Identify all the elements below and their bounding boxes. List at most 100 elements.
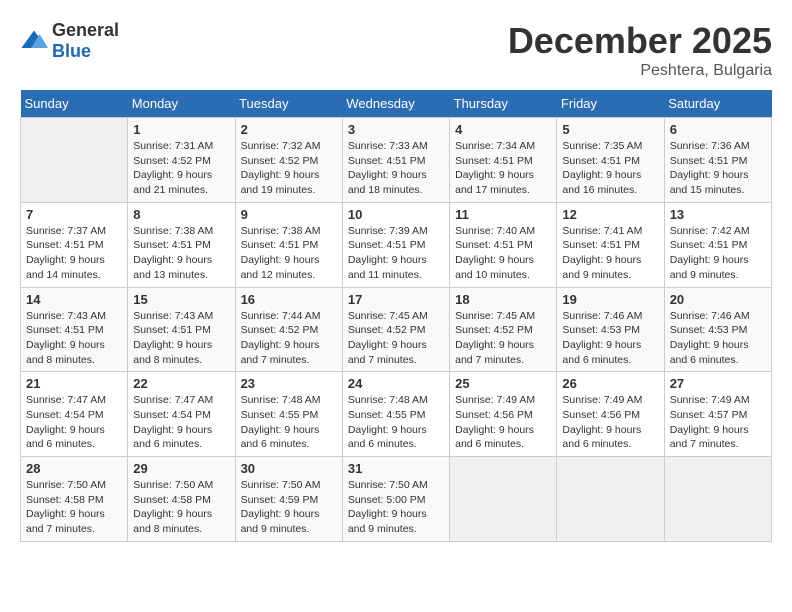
sunset: Sunset: 4:54 PM bbox=[133, 409, 211, 421]
calendar-cell: 22 Sunrise: 7:47 AM Sunset: 4:54 PM Dayl… bbox=[128, 372, 235, 457]
day-info: Sunrise: 7:38 AM Sunset: 4:51 PM Dayligh… bbox=[133, 224, 229, 283]
sunrise: Sunrise: 7:38 AM bbox=[133, 225, 213, 237]
sunset: Sunset: 4:52 PM bbox=[455, 324, 533, 336]
header-cell-friday: Friday bbox=[557, 90, 664, 118]
sunset: Sunset: 4:53 PM bbox=[562, 324, 640, 336]
sunrise: Sunrise: 7:42 AM bbox=[670, 225, 750, 237]
day-info: Sunrise: 7:48 AM Sunset: 4:55 PM Dayligh… bbox=[348, 393, 444, 452]
day-info: Sunrise: 7:35 AM Sunset: 4:51 PM Dayligh… bbox=[562, 139, 658, 198]
logo-blue: Blue bbox=[52, 41, 91, 61]
header-row: SundayMondayTuesdayWednesdayThursdayFrid… bbox=[21, 90, 772, 118]
daylight: Daylight: 9 hours and 11 minutes. bbox=[348, 254, 427, 281]
day-info: Sunrise: 7:36 AM Sunset: 4:51 PM Dayligh… bbox=[670, 139, 766, 198]
sunrise: Sunrise: 7:50 AM bbox=[241, 479, 321, 491]
sunset: Sunset: 4:51 PM bbox=[348, 155, 426, 167]
sunset: Sunset: 4:52 PM bbox=[348, 324, 426, 336]
day-number: 7 bbox=[26, 207, 122, 222]
week-row-2: 7 Sunrise: 7:37 AM Sunset: 4:51 PM Dayli… bbox=[21, 202, 772, 287]
header: General Blue December 2025 Peshtera, Bul… bbox=[20, 20, 772, 80]
calendar-cell bbox=[664, 457, 771, 542]
header-cell-wednesday: Wednesday bbox=[342, 90, 449, 118]
sunrise: Sunrise: 7:49 AM bbox=[562, 394, 642, 406]
header-cell-tuesday: Tuesday bbox=[235, 90, 342, 118]
day-info: Sunrise: 7:46 AM Sunset: 4:53 PM Dayligh… bbox=[670, 309, 766, 368]
sunset: Sunset: 4:51 PM bbox=[670, 155, 748, 167]
sunrise: Sunrise: 7:46 AM bbox=[670, 310, 750, 322]
daylight: Daylight: 9 hours and 7 minutes. bbox=[455, 339, 534, 366]
sunrise: Sunrise: 7:34 AM bbox=[455, 140, 535, 152]
week-row-3: 14 Sunrise: 7:43 AM Sunset: 4:51 PM Dayl… bbox=[21, 287, 772, 372]
logo: General Blue bbox=[20, 20, 119, 62]
calendar-header: SundayMondayTuesdayWednesdayThursdayFrid… bbox=[21, 90, 772, 118]
day-info: Sunrise: 7:48 AM Sunset: 4:55 PM Dayligh… bbox=[241, 393, 337, 452]
day-info: Sunrise: 7:40 AM Sunset: 4:51 PM Dayligh… bbox=[455, 224, 551, 283]
day-number: 2 bbox=[241, 122, 337, 137]
calendar-cell bbox=[557, 457, 664, 542]
day-info: Sunrise: 7:46 AM Sunset: 4:53 PM Dayligh… bbox=[562, 309, 658, 368]
day-number: 18 bbox=[455, 292, 551, 307]
day-number: 10 bbox=[348, 207, 444, 222]
day-number: 30 bbox=[241, 461, 337, 476]
sunrise: Sunrise: 7:37 AM bbox=[26, 225, 106, 237]
sunset: Sunset: 4:51 PM bbox=[26, 239, 104, 251]
calendar-cell: 25 Sunrise: 7:49 AM Sunset: 4:56 PM Dayl… bbox=[450, 372, 557, 457]
day-number: 16 bbox=[241, 292, 337, 307]
day-info: Sunrise: 7:37 AM Sunset: 4:51 PM Dayligh… bbox=[26, 224, 122, 283]
sunrise: Sunrise: 7:33 AM bbox=[348, 140, 428, 152]
sunset: Sunset: 5:00 PM bbox=[348, 494, 426, 506]
sunrise: Sunrise: 7:31 AM bbox=[133, 140, 213, 152]
daylight: Daylight: 9 hours and 12 minutes. bbox=[241, 254, 320, 281]
day-info: Sunrise: 7:47 AM Sunset: 4:54 PM Dayligh… bbox=[133, 393, 229, 452]
week-row-4: 21 Sunrise: 7:47 AM Sunset: 4:54 PM Dayl… bbox=[21, 372, 772, 457]
calendar-table: SundayMondayTuesdayWednesdayThursdayFrid… bbox=[20, 90, 772, 542]
sunset: Sunset: 4:51 PM bbox=[348, 239, 426, 251]
day-number: 28 bbox=[26, 461, 122, 476]
daylight: Daylight: 9 hours and 6 minutes. bbox=[562, 424, 641, 451]
sunset: Sunset: 4:51 PM bbox=[26, 324, 104, 336]
day-info: Sunrise: 7:49 AM Sunset: 4:56 PM Dayligh… bbox=[562, 393, 658, 452]
sunrise: Sunrise: 7:47 AM bbox=[133, 394, 213, 406]
sunset: Sunset: 4:55 PM bbox=[241, 409, 319, 421]
daylight: Daylight: 9 hours and 6 minutes. bbox=[348, 424, 427, 451]
sunset: Sunset: 4:55 PM bbox=[348, 409, 426, 421]
day-info: Sunrise: 7:41 AM Sunset: 4:51 PM Dayligh… bbox=[562, 224, 658, 283]
header-cell-saturday: Saturday bbox=[664, 90, 771, 118]
day-number: 5 bbox=[562, 122, 658, 137]
header-cell-monday: Monday bbox=[128, 90, 235, 118]
sunrise: Sunrise: 7:49 AM bbox=[670, 394, 750, 406]
calendar-cell: 31 Sunrise: 7:50 AM Sunset: 5:00 PM Dayl… bbox=[342, 457, 449, 542]
day-number: 27 bbox=[670, 376, 766, 391]
sunset: Sunset: 4:51 PM bbox=[562, 239, 640, 251]
sunrise: Sunrise: 7:38 AM bbox=[241, 225, 321, 237]
sunset: Sunset: 4:59 PM bbox=[241, 494, 319, 506]
calendar-cell: 15 Sunrise: 7:43 AM Sunset: 4:51 PM Dayl… bbox=[128, 287, 235, 372]
daylight: Daylight: 9 hours and 13 minutes. bbox=[133, 254, 212, 281]
day-info: Sunrise: 7:42 AM Sunset: 4:51 PM Dayligh… bbox=[670, 224, 766, 283]
calendar-cell: 9 Sunrise: 7:38 AM Sunset: 4:51 PM Dayli… bbox=[235, 202, 342, 287]
day-number: 29 bbox=[133, 461, 229, 476]
sunset: Sunset: 4:51 PM bbox=[133, 239, 211, 251]
day-info: Sunrise: 7:45 AM Sunset: 4:52 PM Dayligh… bbox=[348, 309, 444, 368]
calendar-cell: 18 Sunrise: 7:45 AM Sunset: 4:52 PM Dayl… bbox=[450, 287, 557, 372]
day-info: Sunrise: 7:39 AM Sunset: 4:51 PM Dayligh… bbox=[348, 224, 444, 283]
sunrise: Sunrise: 7:45 AM bbox=[455, 310, 535, 322]
sunset: Sunset: 4:51 PM bbox=[562, 155, 640, 167]
day-info: Sunrise: 7:50 AM Sunset: 5:00 PM Dayligh… bbox=[348, 478, 444, 537]
calendar-cell: 2 Sunrise: 7:32 AM Sunset: 4:52 PM Dayli… bbox=[235, 118, 342, 203]
day-info: Sunrise: 7:49 AM Sunset: 4:56 PM Dayligh… bbox=[455, 393, 551, 452]
daylight: Daylight: 9 hours and 6 minutes. bbox=[133, 424, 212, 451]
daylight: Daylight: 9 hours and 7 minutes. bbox=[241, 339, 320, 366]
day-info: Sunrise: 7:50 AM Sunset: 4:58 PM Dayligh… bbox=[133, 478, 229, 537]
week-row-5: 28 Sunrise: 7:50 AM Sunset: 4:58 PM Dayl… bbox=[21, 457, 772, 542]
header-cell-thursday: Thursday bbox=[450, 90, 557, 118]
sunrise: Sunrise: 7:50 AM bbox=[26, 479, 106, 491]
day-number: 26 bbox=[562, 376, 658, 391]
day-info: Sunrise: 7:43 AM Sunset: 4:51 PM Dayligh… bbox=[26, 309, 122, 368]
calendar-cell: 13 Sunrise: 7:42 AM Sunset: 4:51 PM Dayl… bbox=[664, 202, 771, 287]
sunrise: Sunrise: 7:32 AM bbox=[241, 140, 321, 152]
day-info: Sunrise: 7:33 AM Sunset: 4:51 PM Dayligh… bbox=[348, 139, 444, 198]
day-info: Sunrise: 7:38 AM Sunset: 4:51 PM Dayligh… bbox=[241, 224, 337, 283]
sunset: Sunset: 4:56 PM bbox=[455, 409, 533, 421]
sunrise: Sunrise: 7:49 AM bbox=[455, 394, 535, 406]
daylight: Daylight: 9 hours and 15 minutes. bbox=[670, 169, 749, 196]
